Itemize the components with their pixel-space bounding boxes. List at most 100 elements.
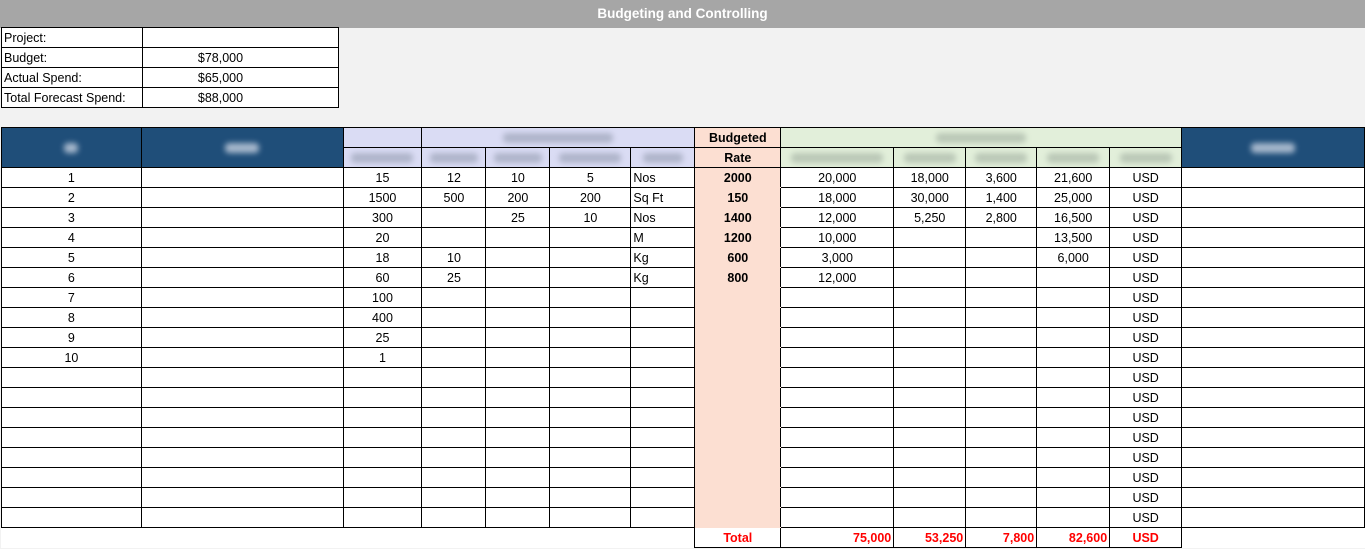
item-name-cell[interactable] bbox=[140, 187, 344, 208]
remark-cell[interactable] bbox=[1181, 207, 1365, 228]
header-cost-sub[interactable] bbox=[1036, 147, 1111, 168]
quantity-4-cell[interactable]: 5 bbox=[549, 167, 632, 188]
cost-1-cell[interactable] bbox=[780, 307, 895, 328]
cost-2-cell[interactable] bbox=[893, 407, 967, 428]
currency-cell[interactable]: USD bbox=[1109, 367, 1183, 388]
quantity-2-cell[interactable] bbox=[421, 307, 487, 328]
remark-cell[interactable] bbox=[1181, 247, 1365, 268]
row-number-cell[interactable]: 8 bbox=[1, 307, 142, 328]
quantity-2-cell[interactable]: 12 bbox=[421, 167, 487, 188]
remark-cell[interactable] bbox=[1181, 327, 1365, 348]
cost-3-cell[interactable] bbox=[965, 267, 1038, 288]
quantity-1-cell[interactable] bbox=[342, 407, 423, 428]
cost-3-cell[interactable] bbox=[965, 507, 1038, 528]
cost-3-cell[interactable] bbox=[965, 447, 1038, 468]
header-cost-sub[interactable] bbox=[893, 147, 967, 168]
currency-cell[interactable]: USD bbox=[1109, 507, 1183, 528]
quantity-1-cell[interactable]: 15 bbox=[342, 167, 423, 188]
row-number-cell[interactable] bbox=[1, 427, 142, 448]
row-number-cell[interactable]: 1 bbox=[1, 167, 142, 188]
cost-3-cell[interactable] bbox=[965, 327, 1038, 348]
cost-2-cell[interactable] bbox=[893, 247, 967, 268]
quantity-1-cell[interactable] bbox=[342, 487, 423, 508]
cost-3-cell[interactable] bbox=[965, 247, 1038, 268]
cost-2-cell[interactable] bbox=[893, 307, 967, 328]
budgeted-rate-cell[interactable] bbox=[694, 407, 782, 428]
budgeted-rate-cell[interactable]: 2000 bbox=[694, 167, 782, 188]
unit-cell[interactable] bbox=[630, 447, 696, 468]
quantity-3-cell[interactable] bbox=[485, 387, 551, 408]
unit-cell[interactable] bbox=[630, 307, 696, 328]
row-number-cell[interactable]: 10 bbox=[1, 347, 142, 368]
cost-2-cell[interactable] bbox=[893, 287, 967, 308]
unit-cell[interactable]: Nos bbox=[630, 167, 696, 188]
remark-cell[interactable] bbox=[1181, 447, 1365, 468]
unit-cell[interactable]: Sq Ft bbox=[630, 187, 696, 208]
unit-cell[interactable]: Kg bbox=[630, 267, 696, 288]
cost-1-cell[interactable] bbox=[780, 447, 895, 468]
currency-cell[interactable]: USD bbox=[1109, 207, 1183, 228]
quantity-2-cell[interactable] bbox=[421, 427, 487, 448]
quantity-4-cell[interactable] bbox=[549, 327, 632, 348]
cost-4-cell[interactable]: 13,500 bbox=[1036, 227, 1111, 248]
cost-4-cell[interactable] bbox=[1036, 467, 1111, 488]
cost-3-cell[interactable] bbox=[965, 467, 1038, 488]
budgeted-rate-cell[interactable] bbox=[694, 367, 782, 388]
quantity-3-cell[interactable] bbox=[485, 247, 551, 268]
remark-cell[interactable] bbox=[1181, 407, 1365, 428]
header-budgeted-rate-line2[interactable]: Rate bbox=[694, 147, 782, 168]
cost-3-cell[interactable] bbox=[965, 227, 1038, 248]
cost-2-cell[interactable] bbox=[893, 507, 967, 528]
quantity-2-cell[interactable] bbox=[421, 327, 487, 348]
summary-label[interactable]: Total Forecast Spend: bbox=[1, 87, 143, 108]
quantity-2-cell[interactable] bbox=[421, 287, 487, 308]
remark-cell[interactable] bbox=[1181, 367, 1365, 388]
header-cost-group[interactable] bbox=[780, 127, 1183, 148]
quantity-1-cell[interactable] bbox=[342, 507, 423, 528]
cost-2-cell[interactable] bbox=[893, 367, 967, 388]
cost-3-cell[interactable] bbox=[965, 387, 1038, 408]
cost-2-cell[interactable] bbox=[893, 327, 967, 348]
quantity-1-cell[interactable]: 20 bbox=[342, 227, 423, 248]
quantity-2-cell[interactable] bbox=[421, 407, 487, 428]
cost-1-cell[interactable] bbox=[780, 467, 895, 488]
currency-cell[interactable]: USD bbox=[1109, 187, 1183, 208]
quantity-4-cell[interactable]: 10 bbox=[549, 207, 632, 228]
cost-2-cell[interactable]: 5,250 bbox=[893, 207, 967, 228]
quantity-1-cell[interactable] bbox=[342, 447, 423, 468]
quantity-2-cell[interactable]: 10 bbox=[421, 247, 487, 268]
item-name-cell[interactable] bbox=[140, 427, 344, 448]
quantity-2-cell[interactable] bbox=[421, 367, 487, 388]
cost-3-cell[interactable] bbox=[965, 427, 1038, 448]
quantity-3-cell[interactable]: 10 bbox=[485, 167, 551, 188]
item-name-cell[interactable] bbox=[140, 327, 344, 348]
budgeted-rate-cell[interactable]: 150 bbox=[694, 187, 782, 208]
summary-value[interactable]: $65,000 bbox=[142, 67, 339, 88]
item-name-cell[interactable] bbox=[140, 287, 344, 308]
row-number-cell[interactable]: 2 bbox=[1, 187, 142, 208]
item-name-cell[interactable] bbox=[140, 367, 344, 388]
quantity-2-cell[interactable] bbox=[421, 347, 487, 368]
quantity-4-cell[interactable] bbox=[549, 247, 632, 268]
quantity-4-cell[interactable] bbox=[549, 447, 632, 468]
cost-2-cell[interactable] bbox=[893, 347, 967, 368]
cost-1-cell[interactable] bbox=[780, 407, 895, 428]
cost-4-cell[interactable] bbox=[1036, 307, 1111, 328]
quantity-3-cell[interactable] bbox=[485, 407, 551, 428]
quantity-1-cell[interactable] bbox=[342, 367, 423, 388]
budgeted-rate-cell[interactable]: 600 bbox=[694, 247, 782, 268]
currency-cell[interactable]: USD bbox=[1109, 267, 1183, 288]
row-number-cell[interactable]: 3 bbox=[1, 207, 142, 228]
cost-4-cell[interactable] bbox=[1036, 347, 1111, 368]
header-quantity-sub[interactable] bbox=[421, 147, 487, 168]
cost-2-cell[interactable] bbox=[893, 467, 967, 488]
cost-4-cell[interactable]: 25,000 bbox=[1036, 187, 1111, 208]
unit-cell[interactable] bbox=[630, 387, 696, 408]
remark-cell[interactable] bbox=[1181, 387, 1365, 408]
quantity-4-cell[interactable] bbox=[549, 507, 632, 528]
quantity-2-cell[interactable] bbox=[421, 207, 487, 228]
header-cost-sub[interactable] bbox=[780, 147, 895, 168]
cost-3-cell[interactable]: 1,400 bbox=[965, 187, 1038, 208]
cost-4-cell[interactable]: 21,600 bbox=[1036, 167, 1111, 188]
remark-cell[interactable] bbox=[1181, 267, 1365, 288]
